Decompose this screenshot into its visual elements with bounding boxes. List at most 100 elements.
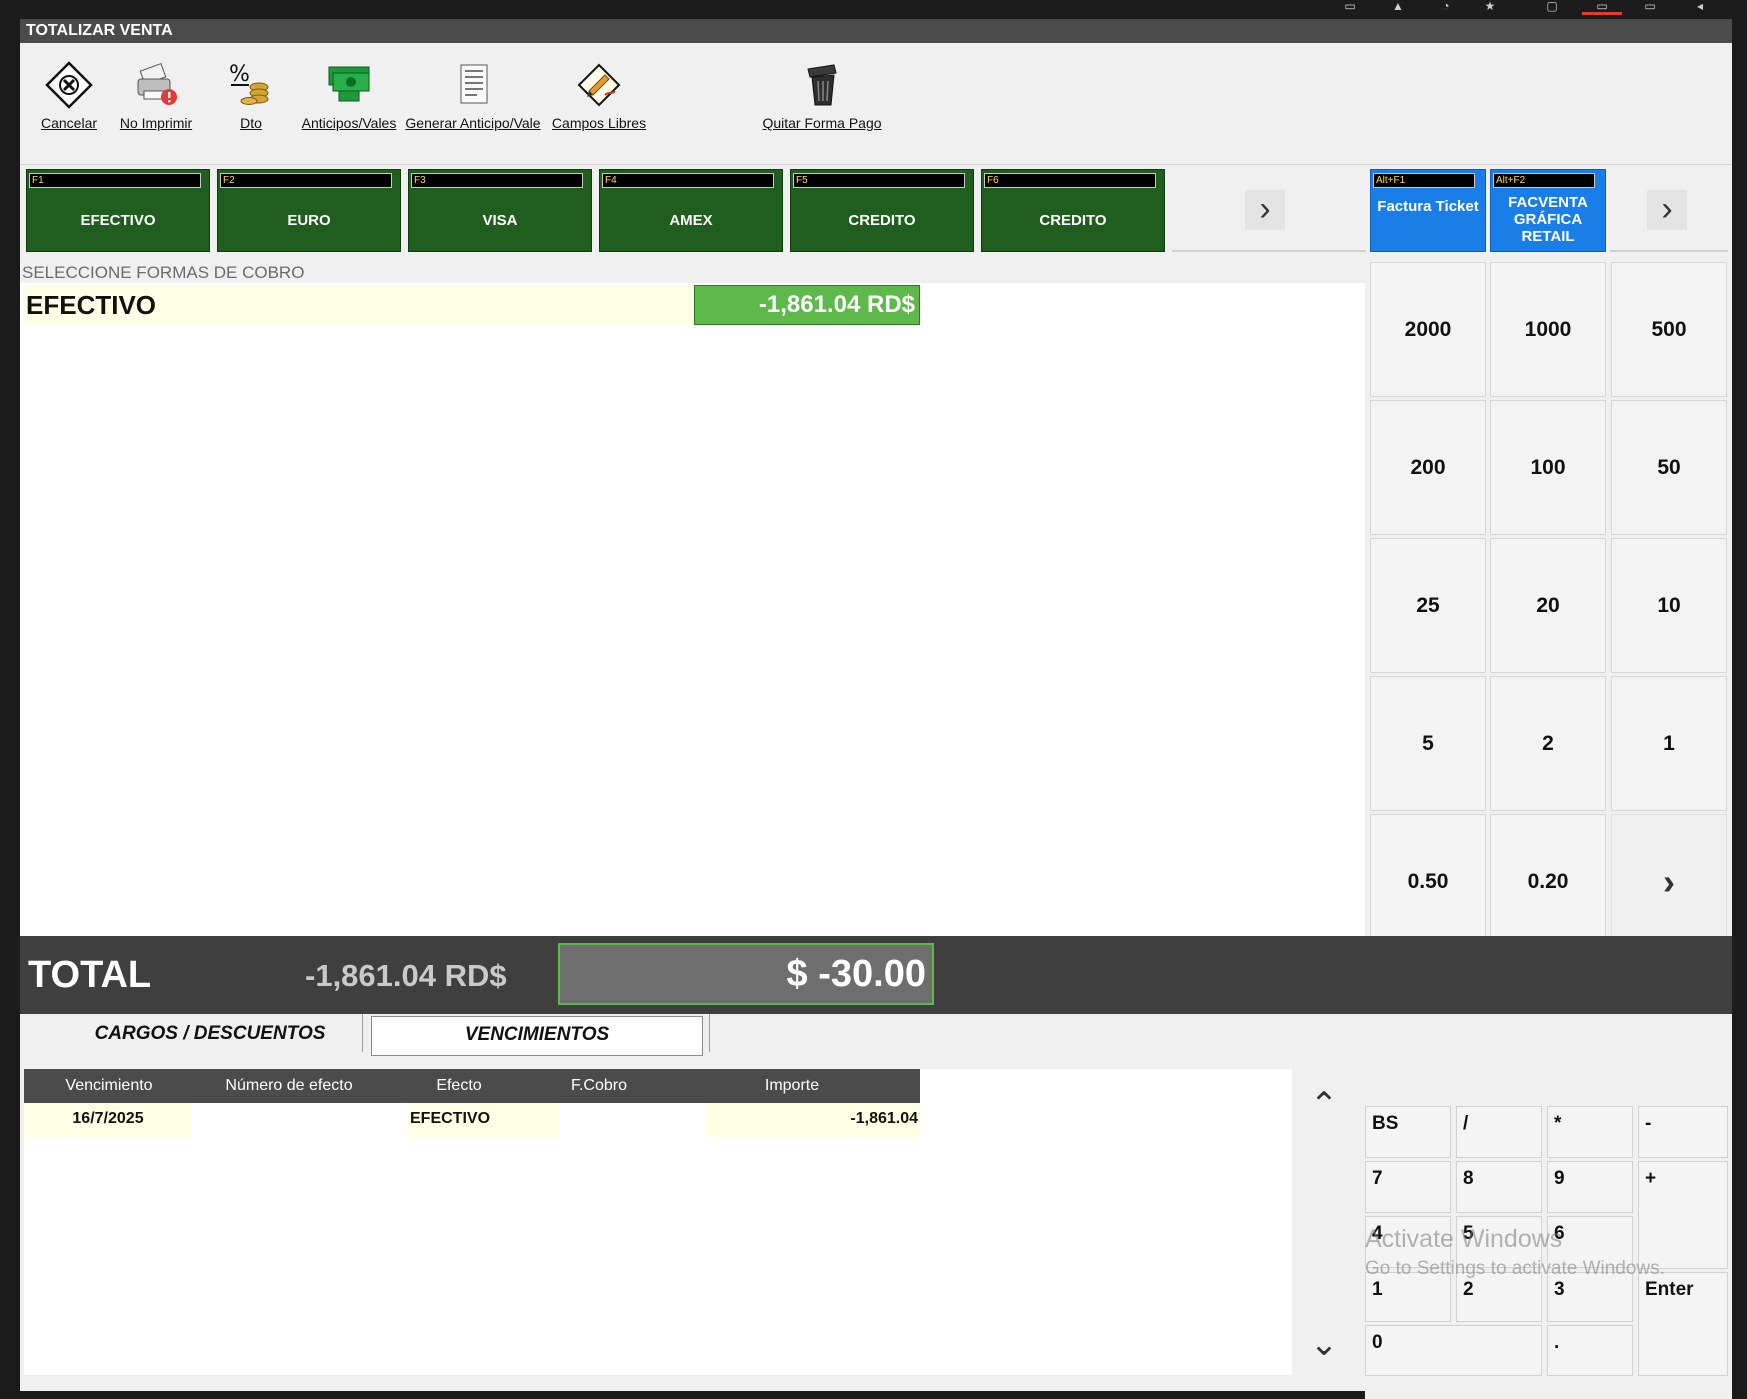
- key-7[interactable]: 7: [1365, 1161, 1451, 1213]
- payment-method-visa[interactable]: F3 VISA: [408, 169, 592, 252]
- shortcut-key: F5: [793, 173, 965, 188]
- table-cell: 16/7/2025: [24, 1103, 192, 1137]
- denomination-key[interactable]: 5: [1370, 676, 1486, 811]
- key-decimal[interactable]: .: [1547, 1325, 1633, 1376]
- tab-cargos-descuentos[interactable]: CARGOS / DESCUENTOS: [40, 1016, 380, 1056]
- shortcut-key: F2: [220, 173, 392, 188]
- denomination-key[interactable]: 1: [1611, 676, 1727, 811]
- generar-anticipo-button[interactable]: Generar Anticipo/Vale: [403, 53, 543, 153]
- document-facventa-grafica[interactable]: Alt+F2 FACVENTA GRÁFICA RETAIL: [1490, 169, 1606, 252]
- toolbar-label: Dto: [240, 115, 262, 131]
- toolbar-label: Anticipos/Vales: [301, 115, 397, 131]
- toolbar: Cancelar No Imprimir % Dto Anticipos/Val…: [20, 43, 1732, 165]
- scroll-down-button[interactable]: ⌄: [1304, 1324, 1344, 1364]
- cancel-button[interactable]: Cancelar: [38, 53, 100, 153]
- receipt-icon: [460, 64, 488, 104]
- campos-libres-button[interactable]: Campos Libres: [551, 53, 647, 153]
- payment-list: SELECCIONE FORMAS DE COBRO EFECTIVO -1,8…: [20, 263, 1365, 949]
- payment-line-amount[interactable]: -1,861.04 RD$: [694, 285, 920, 325]
- table-cell: -1,861.04: [706, 1103, 920, 1137]
- discount-button[interactable]: % Dto: [227, 53, 275, 153]
- document-label: FACVENTA GRÁFICA RETAIL: [1508, 194, 1588, 245]
- divider: [1172, 250, 1366, 252]
- system-tray-strip: ▭ ▲ ◔ ★ ▢ ▭ ▭ ◂: [0, 0, 1747, 16]
- key-8[interactable]: 8: [1456, 1161, 1542, 1213]
- tray-icon[interactable]: ▢: [1542, 0, 1562, 16]
- toolbar-label: No Imprimir: [119, 115, 193, 131]
- trash-icon: [807, 64, 837, 106]
- denomination-key[interactable]: 2000: [1370, 262, 1486, 397]
- key-0[interactable]: 0: [1365, 1325, 1542, 1376]
- total-bar: TOTAL -1,861.04 RD$ $ -30.00: [20, 936, 1732, 1014]
- shortcut-key: F6: [984, 173, 1156, 188]
- total-pending-box: $ -30.00: [558, 943, 934, 1005]
- key-enter[interactable]: Enter: [1638, 1272, 1728, 1376]
- toolbar-label: Generar Anticipo/Vale: [405, 115, 541, 131]
- printer-icon: [137, 63, 177, 105]
- document-factura-ticket[interactable]: Alt+F1 Factura Ticket: [1370, 169, 1486, 252]
- payment-method-credito[interactable]: F5 CREDITO: [790, 169, 974, 252]
- document-label: Factura Ticket: [1377, 198, 1479, 215]
- denomination-key[interactable]: 20: [1490, 538, 1606, 673]
- next-denominations-button[interactable]: ›: [1611, 814, 1727, 949]
- list-header: SELECCIONE FORMAS DE COBRO: [20, 263, 1365, 283]
- denomination-key[interactable]: 500: [1611, 262, 1727, 397]
- payment-method-efectivo[interactable]: F1 EFECTIVO: [26, 169, 210, 252]
- denomination-key[interactable]: 200: [1370, 400, 1486, 535]
- scroll-up-button[interactable]: ⌃: [1304, 1085, 1344, 1125]
- shortcut-key: F4: [602, 173, 774, 188]
- chevron-right-icon: ›: [1661, 190, 1673, 228]
- key-minus[interactable]: -: [1638, 1106, 1728, 1158]
- monitor-icon[interactable]: ▭: [1640, 0, 1660, 16]
- denomination-key[interactable]: 2: [1490, 676, 1606, 811]
- denomination-key[interactable]: 50: [1611, 400, 1727, 535]
- key-multiply[interactable]: *: [1547, 1106, 1633, 1158]
- next-documents-button[interactable]: ›: [1647, 190, 1687, 230]
- svg-text:%: %: [229, 62, 250, 87]
- payment-method-amex[interactable]: F4 AMEX: [599, 169, 783, 252]
- payment-line[interactable]: EFECTIVO -1,861.04 RD$: [24, 285, 920, 325]
- no-print-button[interactable]: No Imprimir: [114, 53, 198, 153]
- denomination-key[interactable]: 10: [1611, 538, 1727, 673]
- denomination-key[interactable]: 1000: [1490, 262, 1606, 397]
- tab-vencimientos[interactable]: VENCIMIENTOS: [371, 1016, 703, 1056]
- next-payment-methods-button[interactable]: ›: [1245, 190, 1285, 230]
- quitar-forma-pago-button[interactable]: Quitar Forma Pago: [760, 53, 884, 153]
- active-indicator: [1582, 12, 1622, 15]
- table-cell: [194, 1103, 382, 1137]
- table-cell: [562, 1103, 692, 1137]
- payment-method-credito-2[interactable]: F6 CREDITO: [981, 169, 1165, 252]
- discount-icon: %: [229, 62, 269, 105]
- divider: [1610, 250, 1728, 252]
- key-9[interactable]: 9: [1547, 1161, 1633, 1213]
- chevron-up-icon: ⌃: [1309, 1086, 1339, 1124]
- star-icon[interactable]: ★: [1480, 0, 1500, 16]
- denomination-key[interactable]: 25: [1370, 538, 1486, 673]
- pen-paper-icon: [577, 63, 621, 107]
- key-plus[interactable]: +: [1638, 1161, 1728, 1269]
- tray-icon[interactable]: ▭: [1340, 0, 1360, 16]
- payment-method-label: CREDITO: [1039, 212, 1107, 229]
- tray-icon[interactable]: ◔: [1436, 0, 1456, 16]
- app-screen: ▭ ▲ ◔ ★ ▢ ▭ ▭ ◂ TOTALIZAR VENTA Cancelar: [0, 0, 1747, 1399]
- tray-icon[interactable]: ▲: [1388, 0, 1408, 16]
- cancel-icon: [45, 61, 93, 109]
- key-divide[interactable]: /: [1456, 1106, 1542, 1158]
- chevron-down-icon: ⌄: [1309, 1325, 1339, 1363]
- table-row[interactable]: 16/7/2025 EFECTIVO -1,861.04: [24, 1103, 920, 1137]
- denomination-key[interactable]: 0.50: [1370, 814, 1486, 949]
- anticipos-vales-button[interactable]: Anticipos/Vales: [301, 53, 397, 153]
- table-cell: EFECTIVO: [407, 1103, 559, 1137]
- key-backspace[interactable]: BS: [1365, 1106, 1451, 1158]
- table-header: Vencimiento Número de efecto Efecto F.Co…: [24, 1069, 920, 1103]
- speaker-icon[interactable]: ◂: [1690, 0, 1710, 16]
- denomination-key[interactable]: 100: [1490, 400, 1606, 535]
- toolbar-label: Quitar Forma Pago: [762, 115, 882, 131]
- activation-watermark-title: Activate Windows: [1365, 1225, 1563, 1253]
- chevron-right-icon: ›: [1259, 190, 1271, 228]
- payment-method-euro[interactable]: F2 EURO: [217, 169, 401, 252]
- denomination-key[interactable]: 0.20: [1490, 814, 1606, 949]
- window-title: TOTALIZAR VENTA: [20, 19, 1732, 43]
- tabs: CARGOS / DESCUENTOS VENCIMIENTOS: [20, 1014, 1732, 1064]
- total-value: -1,861.04 RD$: [305, 958, 507, 993]
